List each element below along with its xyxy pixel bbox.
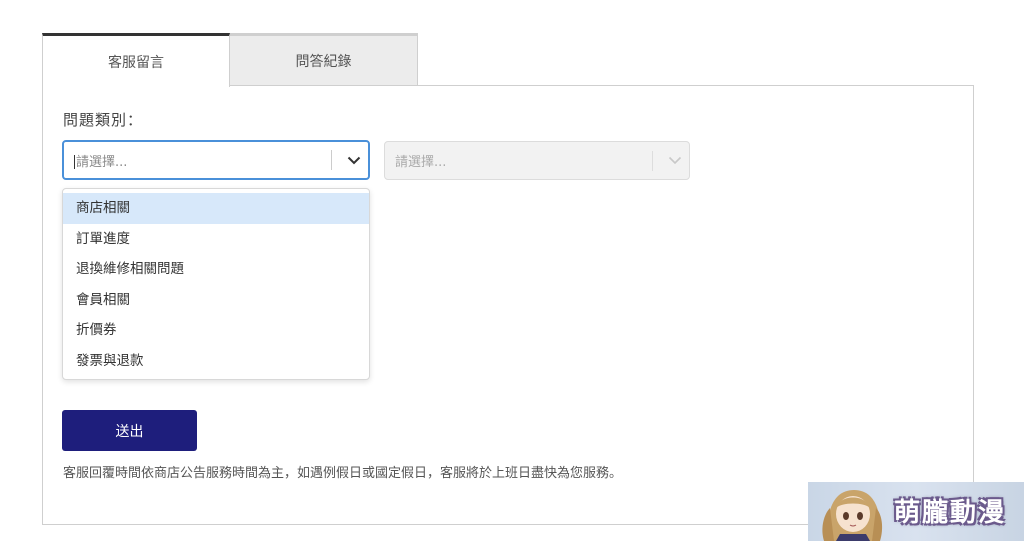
watermark-text: 萌朧動漫 bbox=[894, 498, 1007, 528]
watermark-logo: 萌朧動漫 bbox=[808, 482, 1024, 541]
subcategory-select[interactable]: 請選擇... bbox=[384, 141, 690, 180]
dropdown-option-store[interactable]: 商店相關 bbox=[63, 193, 369, 224]
submit-button[interactable]: 送出 bbox=[62, 410, 197, 451]
mascot-icon bbox=[822, 490, 883, 541]
category-label: 問題類別： bbox=[63, 111, 144, 129]
select-separator bbox=[652, 150, 653, 171]
tab-bar: 客服留言 問答紀錄 bbox=[42, 33, 418, 87]
category-select-placeholder: 請選擇... bbox=[76, 154, 128, 170]
category-select[interactable]: 請選擇... bbox=[62, 140, 370, 180]
dropdown-option-order-progress[interactable]: 訂單進度 bbox=[63, 224, 369, 255]
dropdown-option-membership[interactable]: 會員相關 bbox=[63, 285, 369, 316]
select-separator bbox=[331, 150, 332, 170]
tab-customer-message-label: 客服留言 bbox=[108, 54, 164, 71]
tab-customer-message[interactable]: 客服留言 bbox=[42, 33, 230, 87]
chevron-down-icon[interactable] bbox=[661, 143, 689, 179]
subcategory-select-placeholder: 請選擇... bbox=[395, 155, 447, 170]
dropdown-option-invoice-refund[interactable]: 發票與退款 bbox=[63, 346, 369, 377]
service-notice: 客服回覆時間依商店公告服務時間為主，如遇例假日或國定假日，客服將於上班日盡快為您… bbox=[63, 466, 623, 481]
category-select-value-wrap: 請選擇... bbox=[64, 151, 331, 170]
tab-qa-records-label: 問答紀錄 bbox=[295, 53, 352, 70]
tab-qa-records[interactable]: 問答紀錄 bbox=[230, 33, 418, 86]
dropdown-option-returns-repair[interactable]: 退換維修相關問題 bbox=[63, 254, 369, 285]
text-cursor bbox=[74, 155, 75, 169]
category-dropdown-menu: 商店相關 訂單進度 退換維修相關問題 會員相關 折價券 發票與退款 bbox=[62, 188, 370, 380]
chevron-down-icon[interactable] bbox=[340, 142, 368, 178]
page: 客服留言 問答紀錄 問題類別： 請選擇... 請選擇... 商店相關 訂單進度 … bbox=[0, 0, 1024, 541]
dropdown-option-coupon[interactable]: 折價券 bbox=[63, 315, 369, 346]
